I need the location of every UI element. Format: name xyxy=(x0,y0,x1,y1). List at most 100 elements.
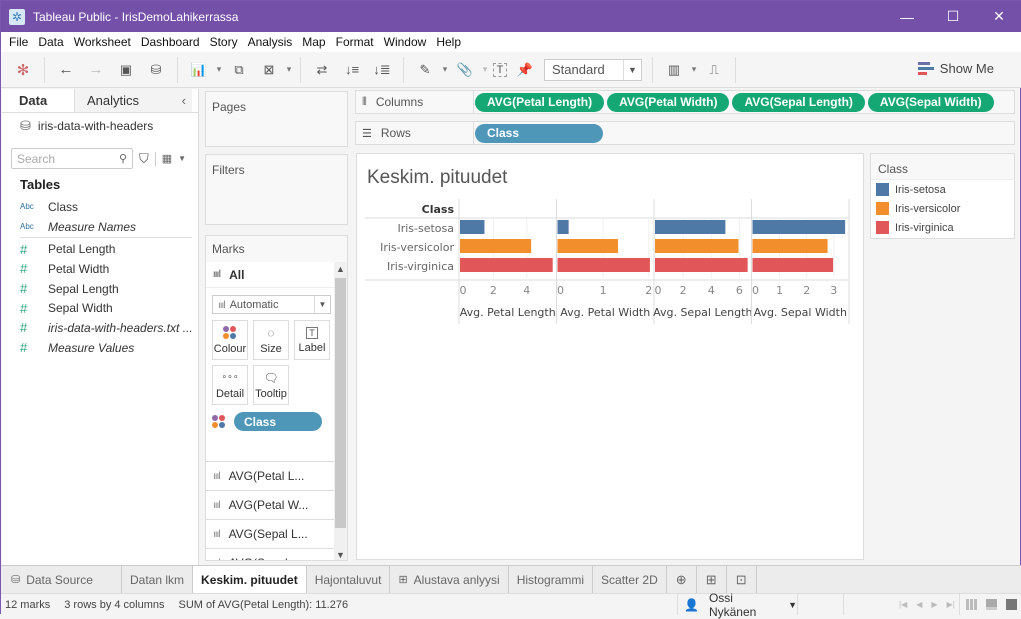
group-dropdown-icon[interactable]: ▾ xyxy=(481,57,489,83)
scroll-up-icon[interactable]: ▲ xyxy=(334,262,347,276)
legend-item[interactable]: Iris-virginica xyxy=(871,218,1014,237)
scrollbar-thumb[interactable] xyxy=(335,278,346,528)
menu-file[interactable]: File xyxy=(9,35,28,49)
scroll-down-icon[interactable]: ▼ xyxy=(334,548,347,560)
field-sepal-width[interactable]: # Sepal Width xyxy=(2,298,198,318)
show-hide-cards-icon[interactable]: ▥ xyxy=(662,57,686,83)
clear-sheet-icon[interactable]: ⊠ xyxy=(257,57,281,83)
highlight-dropdown-icon[interactable]: ▾ xyxy=(441,57,449,83)
field-petal-width[interactable]: # Petal Width xyxy=(2,259,198,279)
minimize-button[interactable]: — xyxy=(884,1,930,32)
filters-card[interactable]: Filters xyxy=(205,154,348,225)
field-measure-values[interactable]: # Measure Values xyxy=(2,338,198,358)
group-members-icon[interactable]: 📎 xyxy=(453,57,477,83)
field-record-count[interactable]: # iris-data-with-headers.txt ... xyxy=(2,318,198,338)
menu-analysis[interactable]: Analysis xyxy=(248,35,293,49)
column-pill[interactable]: AVG(Sepal Width) xyxy=(867,92,994,112)
collapse-pane-chevron-icon[interactable]: ‹ xyxy=(182,93,186,108)
sort-ascending-icon[interactable]: ↓≡ xyxy=(340,57,364,83)
menu-dashboard[interactable]: Dashboard xyxy=(141,35,200,49)
sheet-tab[interactable]: Hajontaluvut xyxy=(307,566,391,593)
field-measure-names[interactable]: Abc Measure Names xyxy=(2,217,198,237)
field-class[interactable]: Abc Class xyxy=(2,197,198,217)
mark-type-select[interactable]: ıııl Automatic ▼ xyxy=(212,295,331,314)
show-mark-labels-icon[interactable]: T xyxy=(493,62,507,77)
tab-data[interactable]: Data xyxy=(2,89,74,112)
menu-help[interactable]: Help xyxy=(436,35,461,49)
class-colour-pill[interactable]: Class xyxy=(234,412,322,431)
rows-shelf[interactable]: ☰ Rows Class xyxy=(355,121,1015,145)
sheet-sorter-icon[interactable] xyxy=(966,599,977,610)
legend-item[interactable]: Iris-setosa xyxy=(871,180,1014,199)
presentation-mode-icon[interactable]: ⎍ xyxy=(702,57,726,83)
next-sheet-icon[interactable]: ▶ xyxy=(931,600,937,609)
tab-data-source[interactable]: ⛁ Data Source xyxy=(1,566,122,593)
detail-button[interactable]: ∘∘∘ Detail xyxy=(212,365,248,405)
column-pill[interactable]: AVG(Petal Width) xyxy=(607,92,730,112)
sheet-tab-active[interactable]: Keskim. pituudet xyxy=(193,566,307,593)
new-story-tab-icon[interactable]: ⊡ xyxy=(727,566,757,593)
new-worksheet-icon[interactable]: 📊 xyxy=(187,57,211,83)
menu-format[interactable]: Format xyxy=(336,35,374,49)
show-cards-dropdown-icon[interactable]: ▾ xyxy=(690,57,698,83)
sheet-tab[interactable]: Datan lkm xyxy=(122,566,194,593)
show-me-button[interactable]: Show Me xyxy=(917,61,994,76)
previous-sheet-icon[interactable]: ◀ xyxy=(916,600,922,609)
chevron-down-icon[interactable]: ▼ xyxy=(178,154,186,163)
new-data-source-icon[interactable]: ⛁ xyxy=(144,57,168,83)
search-input[interactable] xyxy=(17,151,112,166)
sort-descending-icon[interactable]: ↓≣ xyxy=(370,57,394,83)
field-petal-length[interactable]: # Petal Length xyxy=(2,239,198,259)
sheet-tab[interactable]: Scatter 2D xyxy=(593,566,667,593)
menu-map[interactable]: Map xyxy=(302,35,325,49)
menu-data[interactable]: Data xyxy=(38,35,63,49)
fit-select[interactable]: Standard ▼ xyxy=(544,58,642,81)
size-button[interactable]: ◌ Size xyxy=(253,320,289,360)
tab-analytics[interactable]: Analytics ‹ xyxy=(74,89,192,112)
column-pill[interactable]: AVG(Petal Length) xyxy=(475,92,605,112)
marks-all-tab[interactable]: ıııl All xyxy=(206,262,335,288)
redo-icon[interactable]: → xyxy=(84,57,108,83)
last-sheet-icon[interactable]: ▶| xyxy=(947,600,955,609)
colour-button[interactable]: Colour xyxy=(212,320,248,360)
menu-window[interactable]: Window xyxy=(384,35,427,49)
highlight-icon[interactable]: ✎ xyxy=(413,57,437,83)
filter-icon[interactable]: ⛉ xyxy=(139,151,149,167)
view-data-icon[interactable]: ▦ xyxy=(162,152,172,165)
marks-measure-tab[interactable]: ıııl AVG(Sepal L... xyxy=(206,519,335,548)
menu-story[interactable]: Story xyxy=(210,35,238,49)
data-source-item[interactable]: ⛁ iris-data-with-headers xyxy=(2,113,198,139)
tableau-logo-icon[interactable]: ✻ xyxy=(11,57,35,83)
user-menu[interactable]: 👤 Ossi Nykänen ▼ xyxy=(677,591,797,619)
maximize-button[interactable]: ☐ xyxy=(930,1,976,32)
dashboard-tab[interactable]: ⊞ Alustava anlyysi xyxy=(390,566,509,593)
new-dashboard-tab-icon[interactable]: ⊞ xyxy=(697,566,727,593)
marks-measure-tab[interactable]: ıııl AVG(Petal W... xyxy=(206,490,335,519)
columns-shelf[interactable]: ⦀ Columns AVG(Petal Length) AVG(Petal Wi… xyxy=(355,90,1015,114)
label-button[interactable]: T Label xyxy=(294,320,330,360)
marks-measure-tab[interactable]: ıııl AVG(Sepal... xyxy=(206,548,335,560)
field-sepal-length[interactable]: # Sepal Length xyxy=(2,279,198,299)
legend-item[interactable]: Iris-versicolor xyxy=(871,199,1014,218)
row-pill[interactable]: Class xyxy=(475,123,603,143)
save-icon[interactable]: ▣ xyxy=(114,57,138,83)
pages-card[interactable]: Pages xyxy=(205,91,348,147)
new-worksheet-dropdown-icon[interactable]: ▾ xyxy=(215,57,223,83)
new-worksheet-tab-icon[interactable]: ⊕ xyxy=(667,566,697,593)
tooltip-button[interactable]: 🗨 Tooltip xyxy=(253,365,289,405)
menu-worksheet[interactable]: Worksheet xyxy=(74,35,131,49)
swap-rows-columns-icon[interactable]: ⇄ xyxy=(310,57,334,83)
column-pill[interactable]: AVG(Sepal Length) xyxy=(732,92,865,112)
first-sheet-icon[interactable]: |◀ xyxy=(899,600,907,609)
duplicate-sheet-icon[interactable]: ⧉ xyxy=(227,57,251,83)
close-button[interactable]: ✕ xyxy=(976,1,1021,32)
marks-scrollbar[interactable]: ▲ ▼ xyxy=(334,262,347,560)
fix-axes-pin-icon[interactable]: 📌 xyxy=(513,57,537,83)
marks-measure-tab[interactable]: ıııl AVG(Petal L... xyxy=(206,461,335,490)
clear-sheet-dropdown-icon[interactable]: ▾ xyxy=(285,57,293,83)
filmstrip-icon[interactable] xyxy=(986,599,997,610)
tabs-view-icon[interactable] xyxy=(1006,599,1017,610)
undo-icon[interactable]: ← xyxy=(54,57,78,83)
sheet-tab[interactable]: Histogrammi xyxy=(509,566,594,593)
field-search-box[interactable]: ⚲ xyxy=(11,148,133,169)
